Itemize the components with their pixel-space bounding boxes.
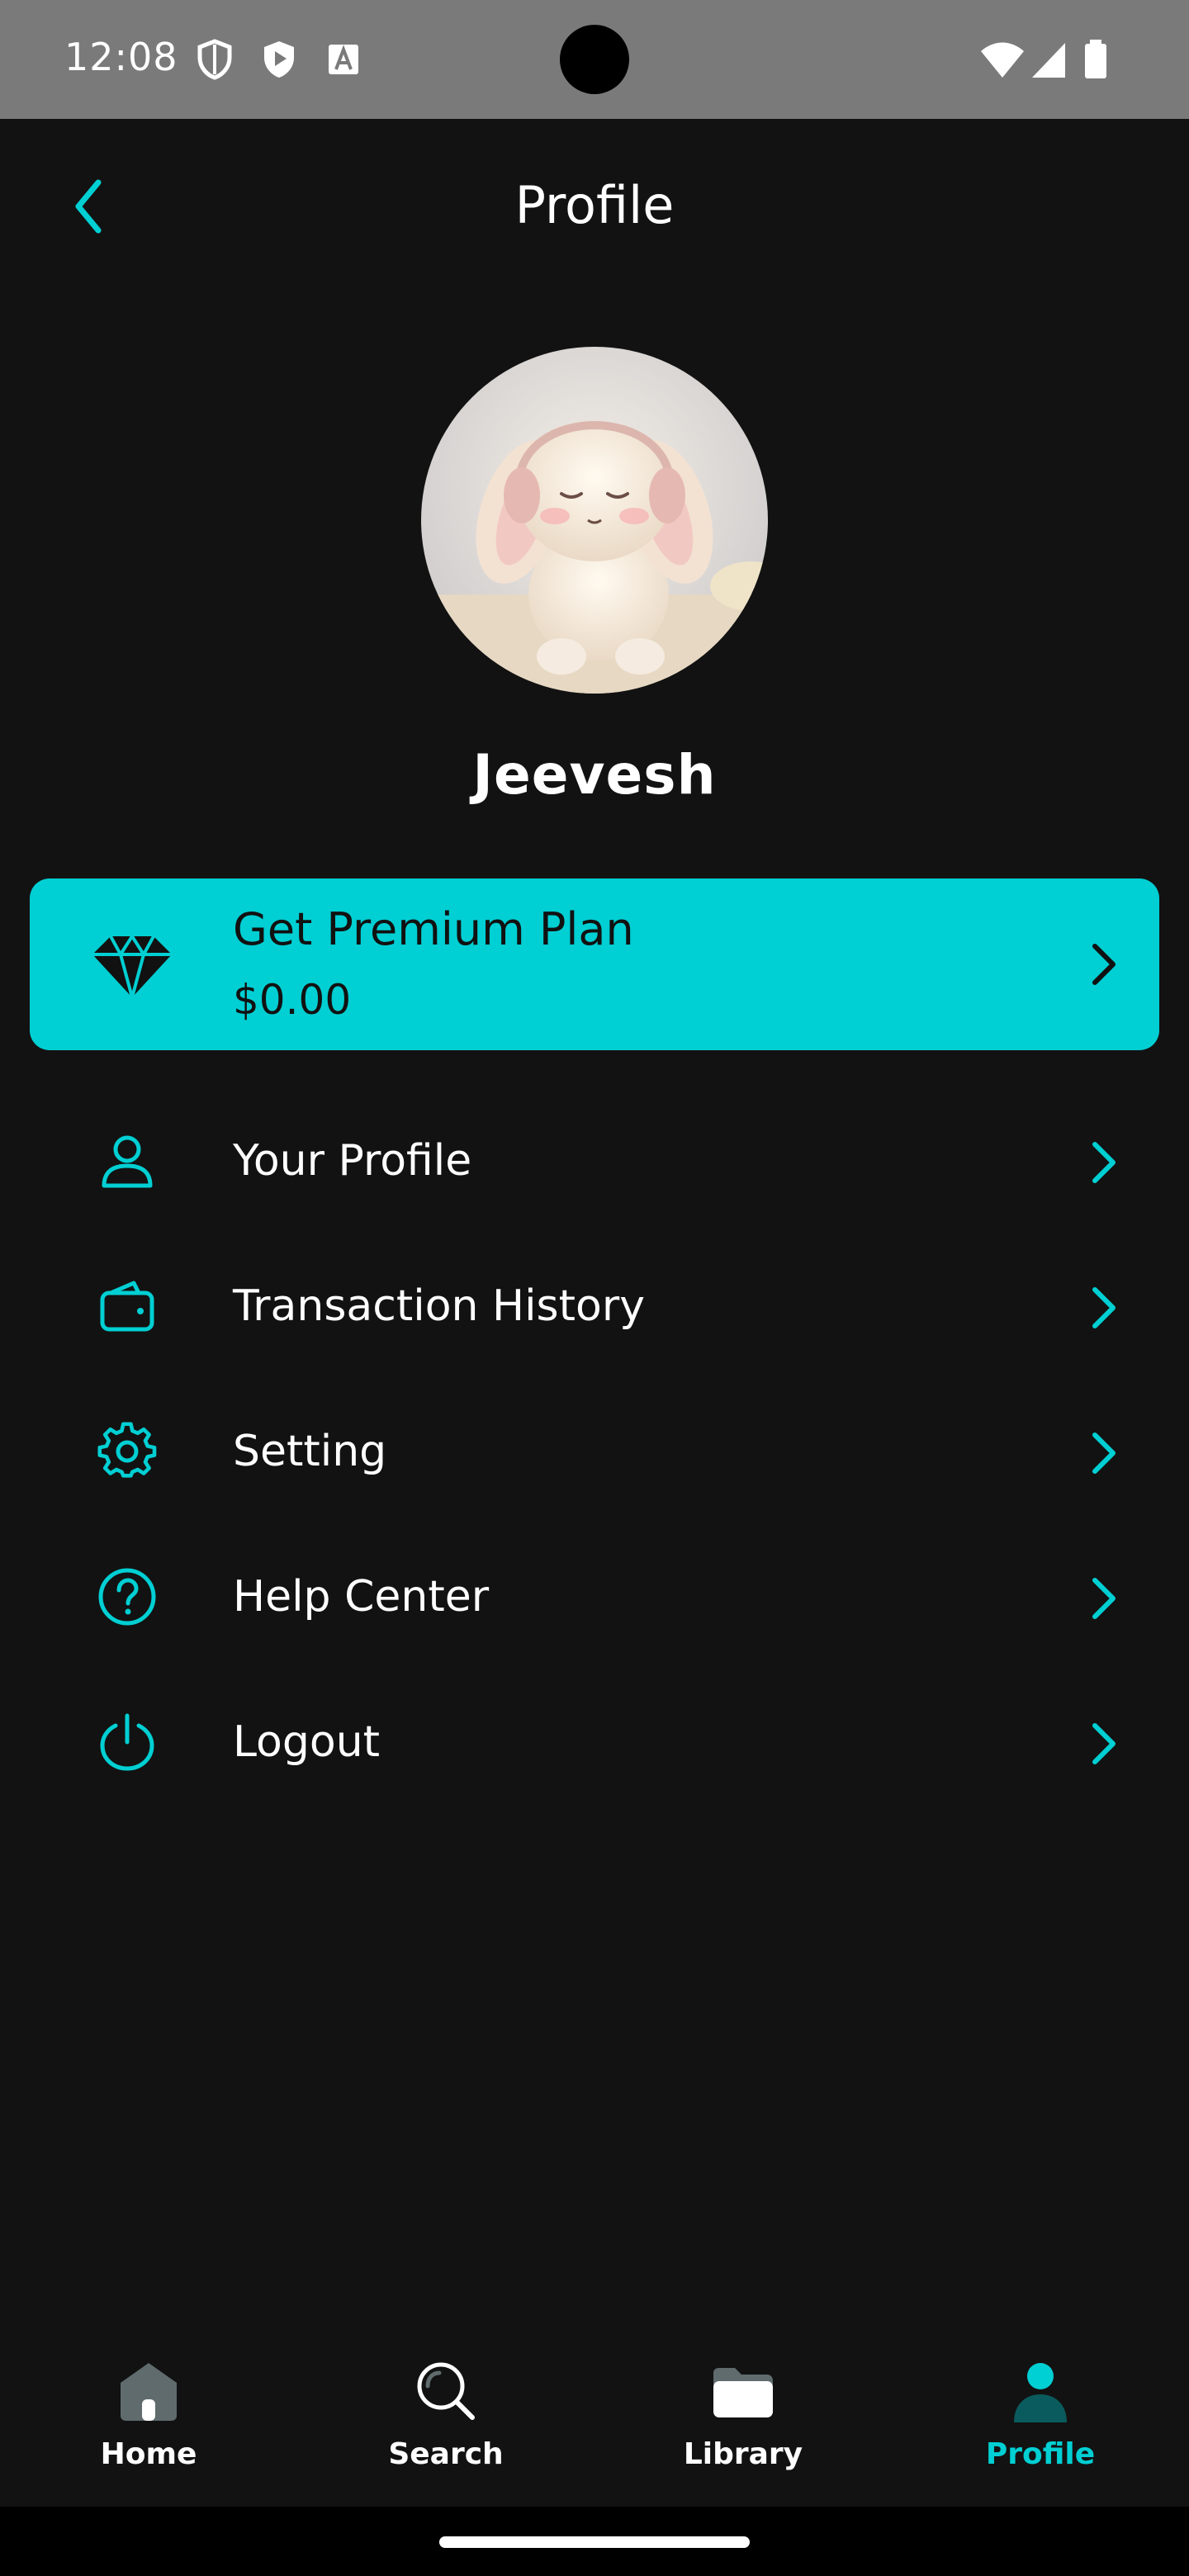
chevron-right-icon [1092,1578,1116,1619]
menu-item-setting[interactable]: Setting [30,1394,1159,1509]
folder-icon [713,2368,773,2417]
wifi-icon [981,42,1024,78]
status-time: 12:08 [64,35,178,79]
gear-icon [97,1422,157,1478]
menu-item-logout[interactable]: Logout [30,1684,1159,1800]
nav-item-home[interactable]: Home [50,2342,248,2482]
menu-item-label: Transaction History [233,1281,646,1331]
shield-outline-icon [197,39,232,80]
chevron-right-icon [1092,944,1116,985]
menu-item-transaction-history[interactable]: Transaction History [30,1248,1159,1364]
play-shield-icon [264,41,294,78]
avatar[interactable] [421,347,768,694]
status-bar: 12:08 [0,0,1189,119]
nav-label: Library [683,2437,803,2471]
nav-item-profile[interactable]: Profile [941,2342,1139,2482]
menu-item-label: Setting [233,1427,387,1476]
menu-item-label: Help Center [233,1572,490,1622]
wallet-icon [100,1281,154,1332]
home-indicator[interactable] [439,2536,750,2548]
camera-cutout [560,25,629,94]
menu-item-help-center[interactable]: Help Center [30,1539,1159,1655]
nav-item-library[interactable]: Library [644,2342,842,2482]
system-nav-bar [0,2507,1189,2576]
chevron-right-icon [1092,1432,1116,1474]
premium-title: Get Premium Plan [233,903,634,955]
nav-label: Profile [985,2437,1096,2471]
person-icon [1014,2363,1067,2422]
bottom-nav: Home Search Library Profile [0,2312,1189,2507]
avatar-image [421,347,768,694]
user-name: Jeevesh [472,743,717,807]
home-icon [121,2363,177,2421]
help-circle-icon [98,1568,156,1626]
signal-icon [1032,43,1065,78]
nav-label: Home [100,2437,197,2471]
diamond-icon [92,933,172,1004]
user-icon [102,1135,153,1188]
nav-label: Search [388,2437,504,2471]
premium-plan-card[interactable]: Get Premium Plan $0.00 [30,878,1159,1050]
menu-item-label: Logout [233,1717,381,1767]
chevron-right-icon [1092,1723,1116,1764]
font-a-icon [329,45,358,74]
menu-item-label: Your Profile [233,1136,472,1186]
chevron-right-icon [1092,1142,1116,1183]
page-title: Profile [514,175,675,235]
nav-item-search[interactable]: Search [347,2342,545,2482]
menu-item-your-profile[interactable]: Your Profile [30,1103,1159,1219]
battery-icon [1085,40,1106,78]
search-icon [417,2362,475,2420]
power-icon [100,1713,154,1771]
chevron-right-icon [1092,1287,1116,1328]
premium-price: $0.00 [233,976,352,1024]
